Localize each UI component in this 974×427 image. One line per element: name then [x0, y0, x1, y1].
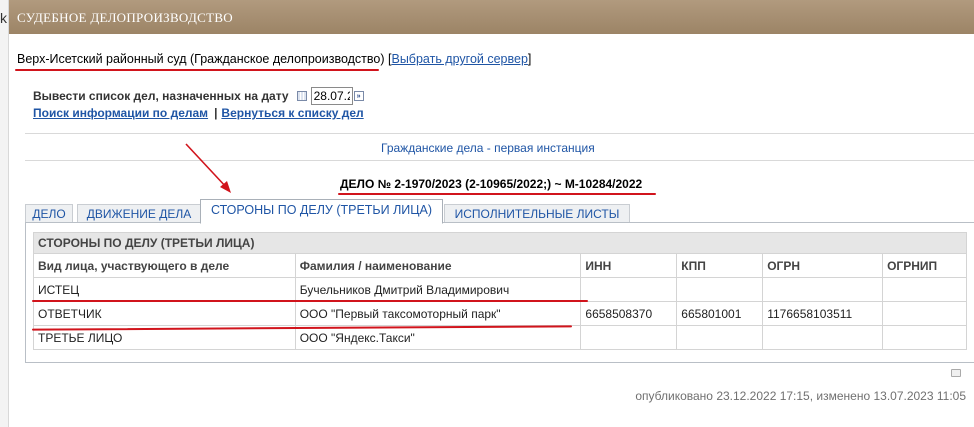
header-title: СУДЕБНОЕ ДЕЛОПРОИЗВОДСТВО: [17, 10, 233, 25]
parties-panel: СТОРОНЫ ПО ДЕЛУ (ТРЕТЬИ ЛИЦА) Вид лица, …: [25, 222, 974, 363]
annotation-underline: [338, 193, 656, 195]
court-line: Верх-Исетский районный суд (Гражданское …: [17, 52, 531, 66]
print-icon[interactable]: [951, 369, 961, 377]
calendar-icon[interactable]: [296, 91, 307, 101]
party-role: ОТВЕТЧИК: [33, 301, 296, 326]
divider-bottom: [25, 160, 974, 161]
table-caption: СТОРОНЫ ПО ДЕЛУ (ТРЕТЬИ ЛИЦА): [33, 232, 967, 254]
party-ogrn: [762, 277, 884, 302]
party-inn: [580, 325, 678, 350]
party-ogrn: [762, 325, 884, 350]
annotation-underline: [32, 300, 588, 302]
change-server-link[interactable]: Выбрать другой сервер: [391, 52, 527, 66]
party-inn: 6658508370: [580, 301, 678, 326]
column-header: ИНН: [580, 253, 678, 278]
search-cases-link[interactable]: Поиск информации по делам: [33, 106, 208, 120]
party-kpp: [676, 277, 764, 302]
column-header: ОГРН: [762, 253, 884, 278]
back-to-list-link[interactable]: Вернуться к списку дел: [221, 106, 363, 120]
parties-table: СТОРОНЫ ПО ДЕЛУ (ТРЕТЬИ ЛИЦА) Вид лица, …: [33, 232, 967, 350]
tab-case-movement[interactable]: ДВИЖЕНИЕ ДЕЛА: [77, 204, 201, 223]
case-number: ДЕЛО № 2-1970/2023 (2-10965/2022;) ~ М-1…: [340, 177, 643, 191]
bracket-close: ]: [527, 52, 532, 66]
date-input[interactable]: [310, 87, 353, 105]
divider-top: [25, 133, 974, 134]
party-kpp: 665801001: [676, 301, 764, 326]
party-ogrnip: [882, 301, 967, 326]
column-header: ОГРНИП: [882, 253, 967, 278]
party-name: ООО "Первый таксомоторный парк": [294, 301, 582, 326]
party-role: ИСТЕЦ: [33, 277, 296, 302]
party-kpp: [676, 325, 764, 350]
party-ogrnip: [882, 325, 967, 350]
nav-links: Поиск информации по делам | Вернуться к сп…: [33, 106, 364, 120]
publication-footer: опубликовано 23.12.2022 17:15, изменено …: [635, 389, 966, 403]
date-filter-label: Вывести список дел, назначенных на дату: [33, 89, 289, 103]
party-ogrn: 1176658103511: [762, 301, 884, 326]
party-name: ООО "Яндекс.Такси": [294, 325, 582, 350]
header-bar: СУДЕБНОЕ ДЕЛОПРОИЗВОДСТВО: [9, 0, 974, 34]
table-row: ОТВЕТЧИК ООО "Первый таксомоторный парк"…: [33, 301, 967, 326]
go-arrow-icon[interactable]: »: [353, 91, 364, 101]
date-filter: Вывести список дел, назначенных на дату …: [33, 87, 364, 105]
column-header: Фамилия / наименование: [294, 253, 582, 278]
links-separator: |: [214, 106, 218, 120]
table-header-row: Вид лица, участвующего в деле Фамилия / …: [33, 253, 967, 278]
table-row: ИСТЕЦ Бучельников Дмитрий Владимирович: [33, 277, 967, 302]
window-edge-char: k: [0, 10, 7, 26]
party-inn: [580, 277, 678, 302]
instance-title: Гражданские дела - первая инстанция: [381, 141, 595, 155]
party-name: Бучельников Дмитрий Владимирович: [294, 277, 582, 302]
tab-case[interactable]: ДЕЛО: [25, 204, 73, 223]
party-ogrnip: [882, 277, 967, 302]
tab-writs-of-execution[interactable]: ИСПОЛНИТЕЛЬНЫЕ ЛИСТЫ: [444, 204, 630, 223]
annotation-underline: [15, 69, 379, 71]
tab-parties[interactable]: СТОРОНЫ ПО ДЕЛУ (ТРЕТЬИ ЛИЦА): [200, 199, 443, 224]
column-header: Вид лица, участвующего в деле: [33, 253, 296, 278]
court-name: Верх-Исетский районный суд (Гражданское …: [17, 52, 385, 66]
table-caption-row: СТОРОНЫ ПО ДЕЛУ (ТРЕТЬИ ЛИЦА): [33, 232, 967, 254]
column-header: КПП: [676, 253, 764, 278]
court-page: СУДЕБНОЕ ДЕЛОПРОИЗВОДСТВО Верх-Исетский …: [8, 0, 974, 427]
